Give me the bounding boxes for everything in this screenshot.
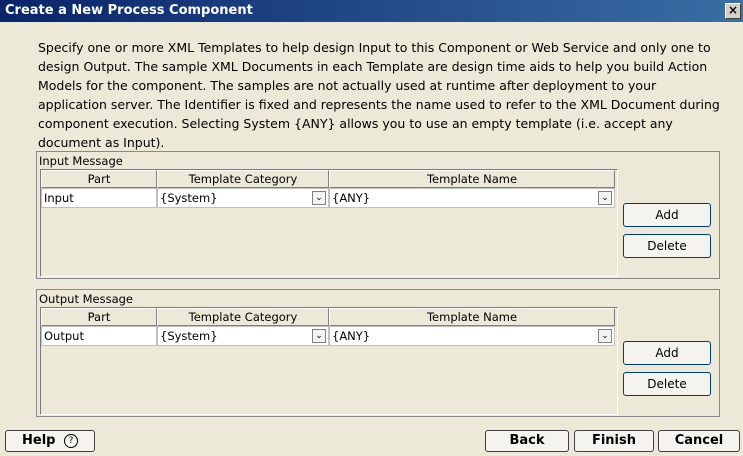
column-header-template-category[interactable]: Template Category <box>157 308 329 326</box>
window-title: Create a New Process Component <box>5 3 253 18</box>
input-message-title: Input Message <box>39 154 123 168</box>
input-message-panel: Input Message Part Template Category Tem… <box>36 151 720 279</box>
output-template-name-value: {ANY} <box>332 329 371 343</box>
column-header-template-name[interactable]: Template Name <box>329 308 615 326</box>
output-delete-button[interactable]: Delete <box>623 372 711 396</box>
input-add-button[interactable]: Add <box>623 203 711 227</box>
output-category-value: {System} <box>160 329 218 343</box>
column-header-part[interactable]: Part <box>41 308 157 326</box>
output-message-panel: Output Message Part Template Category Te… <box>36 289 720 417</box>
input-part-cell[interactable]: Input <box>41 188 157 208</box>
input-delete-button[interactable]: Delete <box>623 234 711 258</box>
column-header-template-category[interactable]: Template Category <box>157 170 329 188</box>
output-message-grid: Part Template Category Template Name Out… <box>40 307 618 415</box>
help-label: Help <box>22 433 56 448</box>
output-part-cell[interactable]: Output <box>41 326 157 346</box>
output-message-title: Output Message <box>39 292 134 306</box>
chevron-down-icon[interactable]: ⌄ <box>312 329 326 343</box>
input-category-select[interactable]: {System} ⌄ <box>157 188 329 208</box>
output-add-button[interactable]: Add <box>623 341 711 365</box>
output-category-select[interactable]: {System} ⌄ <box>157 326 329 346</box>
back-button[interactable]: Back <box>485 430 569 452</box>
finish-button[interactable]: Finish <box>574 430 654 452</box>
input-category-value: {System} <box>160 191 218 205</box>
column-header-part[interactable]: Part <box>41 170 157 188</box>
column-header-template-name[interactable]: Template Name <box>329 170 615 188</box>
chevron-down-icon[interactable]: ⌄ <box>598 191 612 205</box>
chevron-down-icon[interactable]: ⌄ <box>312 191 326 205</box>
input-template-name-value: {ANY} <box>332 191 371 205</box>
chevron-down-icon[interactable]: ⌄ <box>598 329 612 343</box>
output-template-name-select[interactable]: {ANY} ⌄ <box>329 326 615 346</box>
close-icon[interactable]: × <box>725 3 741 19</box>
description-text: Specify one or more XML Templates to hel… <box>38 40 720 150</box>
input-message-grid: Part Template Category Template Name Inp… <box>40 169 618 277</box>
cancel-button[interactable]: Cancel <box>658 430 740 452</box>
question-circle-icon: ? <box>64 434 78 448</box>
title-bar: Create a New Process Component × <box>0 0 743 22</box>
help-button[interactable]: Help ? <box>5 430 95 452</box>
input-template-name-select[interactable]: {ANY} ⌄ <box>329 188 615 208</box>
